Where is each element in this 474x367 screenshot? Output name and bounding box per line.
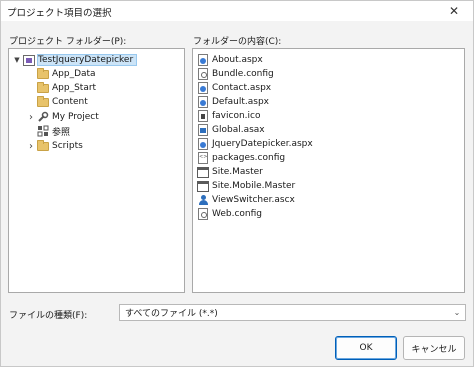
list-item-label: packages.config: [212, 153, 286, 163]
config-file-icon: [196, 68, 210, 80]
list-item-label: favicon.ico: [212, 111, 261, 121]
tree-item-label: Scripts: [52, 141, 83, 151]
list-item[interactable]: Default.aspx: [196, 95, 269, 109]
close-button[interactable]: ✕: [437, 1, 471, 21]
tree-item-label: App_Data: [52, 69, 96, 79]
expand-down-icon[interactable]: ▼: [12, 53, 22, 67]
list-item[interactable]: Site.Master: [196, 165, 263, 179]
master-page-icon: [196, 180, 210, 192]
web-page-icon: [196, 54, 210, 66]
list-item[interactable]: packages.config: [196, 151, 285, 165]
folder-contents-label: フォルダーの内容(C):: [193, 37, 282, 47]
folder-icon: [36, 67, 50, 80]
file-type-value: すべてのファイル (*.*): [125, 309, 218, 319]
project-item-dialog: プロジェクト項目の選択 ✕ プロジェクト フォルダー(P): フォルダーの内容(…: [0, 0, 474, 367]
tree-item-label: Content: [52, 97, 88, 107]
file-type-select[interactable]: すべてのファイル (*.*) ⌄: [119, 304, 466, 321]
list-item[interactable]: Site.Mobile.Master: [196, 179, 295, 193]
image-file-icon: [196, 110, 210, 122]
title-bar: プロジェクト項目の選択 ✕: [1, 1, 473, 21]
chevron-down-icon[interactable]: ⌄: [449, 308, 465, 317]
folder-tree[interactable]: ▼ TestJqueryDatepicker App_Data App_Star…: [8, 48, 185, 293]
list-item[interactable]: favicon.ico: [196, 109, 261, 123]
file-type-label: ファイルの種類(F):: [9, 311, 88, 321]
list-item-label: Site.Mobile.Master: [212, 181, 296, 191]
tree-item-label: My Project: [52, 112, 99, 122]
folder-icon: [36, 139, 50, 152]
project-icon: [22, 54, 36, 66]
wrench-icon: [36, 111, 50, 123]
references-icon: [36, 125, 50, 137]
project-folder-label: プロジェクト フォルダー(P):: [9, 37, 127, 47]
tree-item-label: 参照: [52, 127, 71, 138]
list-item-label: Default.aspx: [212, 97, 269, 107]
list-item-label: Web.config: [212, 209, 263, 219]
list-item[interactable]: Global.asax: [196, 123, 265, 137]
list-item-label: JqueryDatepicker.aspx: [212, 139, 313, 149]
tree-item-label: TestJqueryDatepicker: [36, 54, 138, 66]
list-item[interactable]: Web.config: [196, 207, 262, 221]
web-page-icon: [196, 138, 210, 150]
list-item[interactable]: Bundle.config: [196, 67, 274, 81]
list-item-label: Site.Master: [212, 167, 263, 177]
tree-item-project[interactable]: ▼ TestJqueryDatepicker: [12, 53, 138, 67]
list-item-label: Contact.aspx: [212, 83, 272, 93]
list-item-label: About.aspx: [212, 55, 263, 65]
dialog-title: プロジェクト項目の選択: [7, 8, 112, 19]
list-item-label: Global.asax: [212, 125, 265, 135]
tree-item-my-project[interactable]: › My Project: [26, 110, 99, 124]
web-page-icon: [196, 82, 210, 94]
list-item[interactable]: Contact.aspx: [196, 81, 271, 95]
cancel-button[interactable]: キャンセル: [403, 336, 465, 360]
user-control-icon: [196, 194, 210, 206]
ok-button[interactable]: OK: [335, 336, 397, 360]
folder-contents-list[interactable]: About.aspx Bundle.config Contact.aspx De…: [192, 48, 465, 293]
tree-item-app-data[interactable]: App_Data: [26, 67, 96, 81]
list-item-label: Bundle.config: [212, 69, 274, 79]
expand-right-icon[interactable]: ›: [26, 110, 36, 124]
tree-item-scripts[interactable]: › Scripts: [26, 139, 83, 153]
folder-icon: [36, 95, 50, 108]
close-icon: ✕: [448, 4, 460, 18]
tree-item-content[interactable]: Content: [26, 95, 88, 109]
list-item[interactable]: JqueryDatepicker.aspx: [196, 137, 313, 151]
list-item[interactable]: ViewSwitcher.ascx: [196, 193, 295, 207]
list-item[interactable]: About.aspx: [196, 53, 263, 67]
global-asax-icon: [196, 124, 210, 136]
web-page-icon: [196, 96, 210, 108]
xml-file-icon: [196, 152, 210, 164]
tree-item-label: App_Start: [52, 83, 97, 93]
tree-item-references[interactable]: 参照: [26, 124, 70, 138]
master-page-icon: [196, 166, 210, 178]
list-item-label: ViewSwitcher.ascx: [212, 195, 295, 205]
expand-right-icon[interactable]: ›: [26, 139, 36, 153]
tree-item-app-start[interactable]: App_Start: [26, 81, 96, 95]
config-file-icon: [196, 208, 210, 220]
folder-icon: [36, 81, 50, 94]
